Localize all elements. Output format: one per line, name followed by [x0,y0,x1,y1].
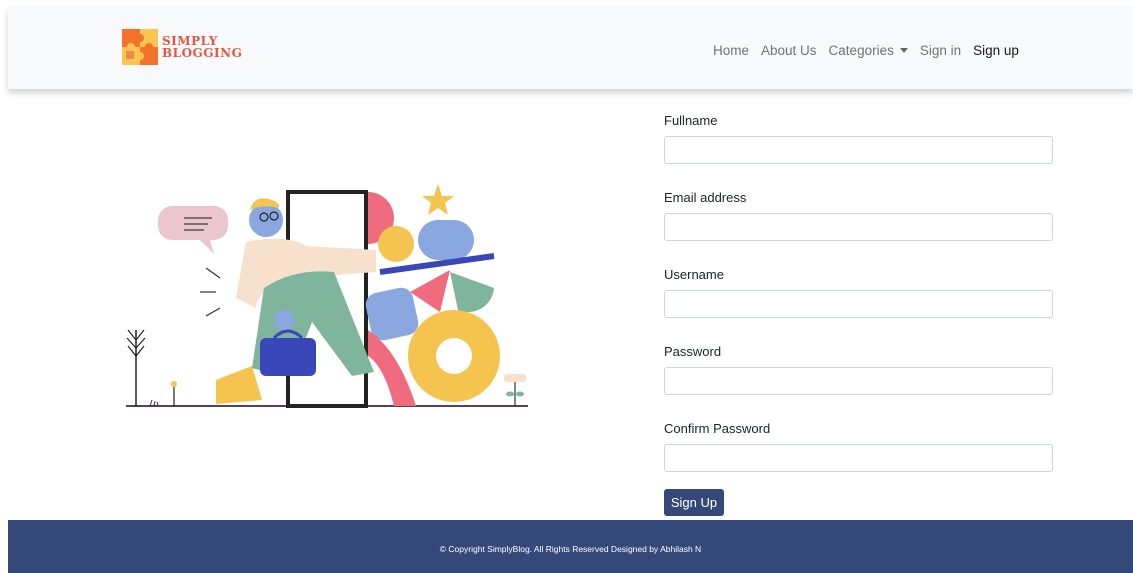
nav-about-us[interactable]: About Us [761,40,817,60]
username-input[interactable] [664,290,1053,318]
username-group: Username [664,267,1054,318]
navbar: SIMPLY BLOGGING Home About Us Categories… [8,7,1133,89]
email-label: Email address [664,190,747,205]
signup-form: Fullname Email address Username Password… [664,113,1054,516]
email-group: Email address [664,190,1054,241]
fullname-label: Fullname [664,113,718,128]
username-label: Username [664,267,724,282]
password-group: Password [664,344,1054,395]
confirm-password-label: Confirm Password [664,421,771,436]
email-input[interactable] [664,213,1053,241]
nav-sign-in[interactable]: Sign in [920,40,961,60]
signup-illustration [126,184,528,408]
nav-categories-label: Categories [828,42,894,58]
nav-categories-dropdown[interactable]: Categories [829,40,908,60]
confirm-password-input[interactable] [664,444,1053,472]
password-label: Password [664,344,722,359]
confirm-password-group: Confirm Password [664,421,1054,472]
sign-up-button[interactable]: Sign Up [664,489,724,516]
footer: © Copyright SimplyBlog. All Rights Reser… [8,520,1133,573]
brand-name: SIMPLY BLOGGING [162,35,242,59]
fullname-group: Fullname [664,113,1054,164]
password-input[interactable] [664,367,1053,395]
nav-home[interactable]: Home [713,40,749,60]
caret-down-icon [899,47,908,53]
puzzle-logo-icon [122,29,158,65]
brand-line-2: BLOGGING [162,46,243,60]
brand-logo[interactable]: SIMPLY BLOGGING [122,29,242,67]
nav-links: Home About Us Categories Sign in Sign up [713,40,1019,60]
fullname-input[interactable] [664,136,1053,164]
copyright-text: © Copyright SimplyBlog. All Rights Reser… [439,543,702,554]
nav-sign-up[interactable]: Sign up [973,40,1019,60]
